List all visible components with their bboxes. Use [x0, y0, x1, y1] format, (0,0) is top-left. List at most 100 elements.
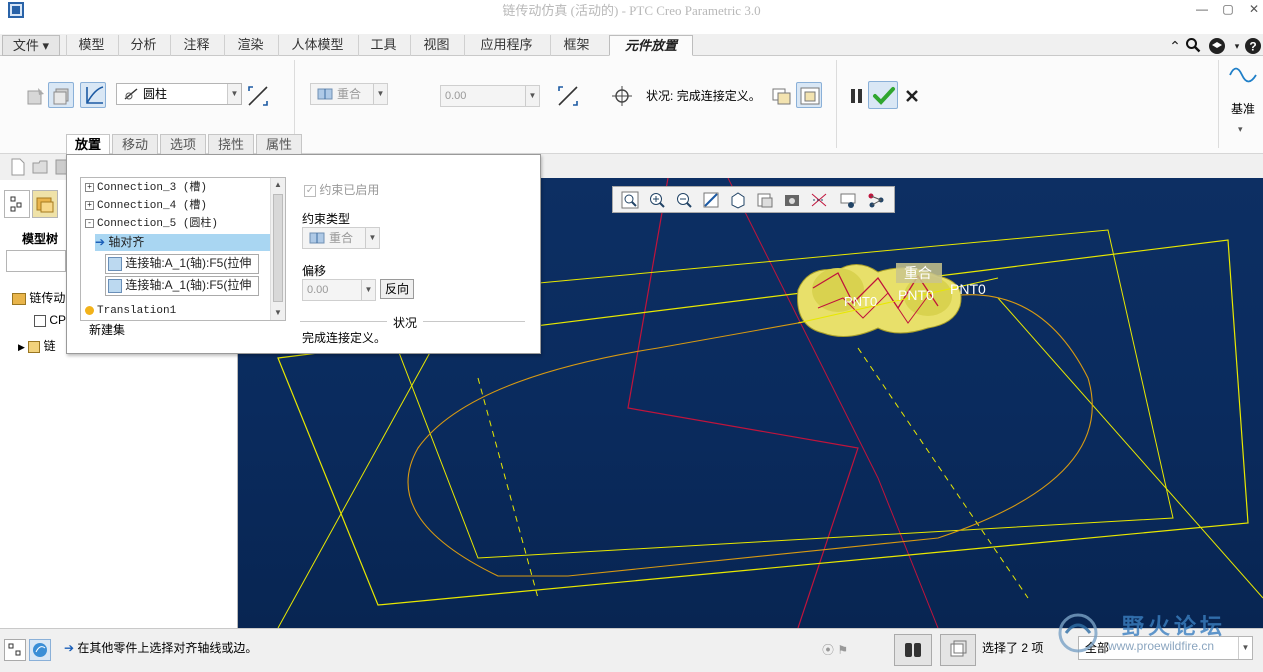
constraint-reference-1[interactable]: 连接轴:A_1(轴):F5(拉伸	[105, 254, 259, 274]
tab-model[interactable]: 模型	[66, 35, 116, 56]
scroll-up-icon[interactable]: ▲	[271, 178, 285, 192]
minimize-icon[interactable]: —	[1190, 2, 1214, 16]
navigator-toggle-icon[interactable]	[4, 639, 26, 661]
open-file-icon[interactable]	[32, 158, 50, 176]
separate-window-icon[interactable]	[768, 82, 794, 108]
tree-item-csys[interactable]: CP	[34, 313, 66, 327]
tree-row-connection[interactable]: - Connection_5 (圆柱)	[85, 216, 218, 233]
constraint-type-value: 重合	[337, 87, 362, 101]
subtab-properties[interactable]: 属性	[256, 134, 302, 155]
tree-item-root[interactable]: 链传动	[12, 289, 65, 306]
tab-framework[interactable]: 框架	[550, 35, 602, 56]
annotation-display-icon[interactable]	[839, 191, 857, 209]
chevron-down-icon[interactable]: ▼	[525, 86, 539, 106]
datum-display-icon[interactable]	[810, 191, 828, 209]
tab-view[interactable]: 视图	[410, 35, 462, 56]
refit-icon[interactable]	[621, 191, 639, 209]
new-set-link[interactable]: 新建集	[89, 321, 125, 338]
tree-scrollbar[interactable]: ▲ ▼	[270, 178, 285, 320]
spin-center-icon[interactable]	[867, 191, 885, 209]
tab-file[interactable]: 文件 ▾	[2, 35, 60, 56]
tree-row-translation[interactable]: Translation1	[85, 303, 176, 320]
collapse-icon[interactable]: -	[85, 218, 94, 228]
chevron-down-icon[interactable]: ▼	[365, 228, 379, 248]
constraint-reference-2[interactable]: 连接轴:A_1(轴):F5(拉伸	[105, 276, 259, 296]
chevron-down-icon[interactable]: ▼	[373, 84, 387, 104]
tab-manikin[interactable]: 人体模型	[278, 35, 356, 56]
pause-icon[interactable]	[842, 82, 868, 108]
new-file-icon[interactable]	[10, 158, 26, 176]
tree-row-connection[interactable]: + Connection_4 (槽)	[85, 198, 207, 215]
search-icon[interactable]	[1184, 37, 1202, 55]
tab-analysis[interactable]: 分析	[118, 35, 168, 56]
flip-constraint-icon[interactable]	[554, 82, 580, 108]
datum-label[interactable]: 基准	[1226, 100, 1260, 117]
zoom-in-icon[interactable]	[648, 191, 666, 209]
selection-count: 选择了 2 项	[982, 641, 1044, 655]
selection-list-icon[interactable]	[940, 634, 976, 666]
view-toolbar	[612, 186, 895, 213]
tab-applications[interactable]: 应用程序	[464, 35, 548, 56]
offset-input[interactable]: 0.00 ▼	[440, 85, 540, 107]
assembly-window-icon[interactable]	[796, 82, 822, 108]
user-defined-icon[interactable]	[22, 82, 48, 108]
expand-arrow-icon[interactable]: ▶	[18, 342, 25, 352]
view-manager-icon[interactable]	[783, 191, 801, 209]
connection-type-select[interactable]: 圆柱 ▼	[116, 83, 242, 105]
community-icon[interactable]	[1208, 37, 1226, 55]
cancel-button[interactable]	[898, 82, 924, 108]
model-tree-tab[interactable]	[4, 190, 30, 218]
status-bar: ➔ 在其他零件上选择对齐轴线或边。 ⦿ ⚑ 选择了 2 项 全部 ▼ 野火论坛 …	[0, 613, 1263, 672]
panel-offset-input[interactable]: 0.00 ▼	[302, 279, 376, 301]
tree-row-axis-alignment[interactable]: ➔ 轴对齐	[95, 234, 271, 251]
connection-tree: + Connection_3 (槽) + Connection_4 (槽) - Con…	[80, 177, 286, 321]
close-icon[interactable]: ✕	[1242, 2, 1263, 16]
model-tree-search-input[interactable]	[6, 250, 66, 272]
repaint-icon[interactable]	[702, 191, 720, 209]
svg-text:?: ?	[1249, 40, 1256, 54]
constraint-list-icon[interactable]	[48, 82, 74, 108]
placement-panel: + Connection_3 (槽) + Connection_4 (槽) - Con…	[66, 154, 541, 354]
zoom-out-icon[interactable]	[675, 191, 693, 209]
tree-row-connection[interactable]: + Connection_3 (槽)	[85, 180, 207, 197]
coincident-tag[interactable]: 重合	[904, 265, 932, 281]
subtab-placement[interactable]: 放置	[66, 134, 110, 156]
move-component-icon[interactable]	[608, 82, 634, 108]
find-icon[interactable]	[894, 634, 932, 666]
expand-icon[interactable]: +	[85, 182, 94, 192]
regen-status-icon[interactable]: ⦿ ⚑	[822, 641, 848, 658]
tab-component-placement[interactable]: 元件放置	[609, 35, 693, 56]
expand-icon[interactable]: +	[85, 200, 94, 210]
constraint-type-label: 约束类型	[302, 212, 351, 226]
collapse-ribbon-icon[interactable]: ⌃	[1166, 37, 1184, 55]
subtab-options[interactable]: 选项	[160, 134, 206, 155]
accept-button[interactable]	[868, 81, 898, 109]
constraint-type-select[interactable]: 重合 ▼	[310, 83, 388, 105]
folder-browser-tab[interactable]	[32, 190, 58, 218]
flip-button[interactable]: 反向	[380, 279, 414, 299]
arrow-right-icon: ➔	[64, 641, 75, 655]
subtab-move[interactable]: 移动	[112, 134, 158, 155]
tab-tools[interactable]: 工具	[358, 35, 408, 56]
maximize-icon[interactable]: ▢	[1216, 2, 1240, 16]
point-label: PNT0	[898, 287, 934, 303]
display-style-icon[interactable]	[729, 191, 747, 209]
chevron-down-icon[interactable]: ▾	[1238, 124, 1243, 135]
flip-direction-icon[interactable]	[244, 82, 270, 108]
tab-annotate[interactable]: 注释	[170, 35, 222, 56]
chevron-down-icon[interactable]: ▼	[361, 280, 375, 300]
tab-render[interactable]: 渲染	[224, 35, 276, 56]
status-message: 完成连接定义。	[302, 331, 387, 345]
panel-constraint-type-select[interactable]: 重合 ▼	[302, 227, 380, 249]
browser-toggle-icon[interactable]	[29, 639, 51, 661]
connection-icon[interactable]	[80, 82, 106, 108]
subtab-flexibility[interactable]: 挠性	[208, 134, 254, 155]
scroll-down-icon[interactable]: ▼	[271, 306, 285, 320]
datum-icon[interactable]	[1228, 62, 1258, 88]
saved-views-icon[interactable]	[756, 191, 774, 209]
constraint-enabled-checkbox[interactable]: ✓ 约束已启用	[304, 181, 379, 198]
help-icon[interactable]: ?	[1244, 37, 1262, 55]
scroll-thumb[interactable]	[273, 194, 283, 302]
chevron-down-icon[interactable]: ▼	[227, 84, 241, 104]
tree-item-chain[interactable]: ▶ 链	[18, 337, 56, 354]
